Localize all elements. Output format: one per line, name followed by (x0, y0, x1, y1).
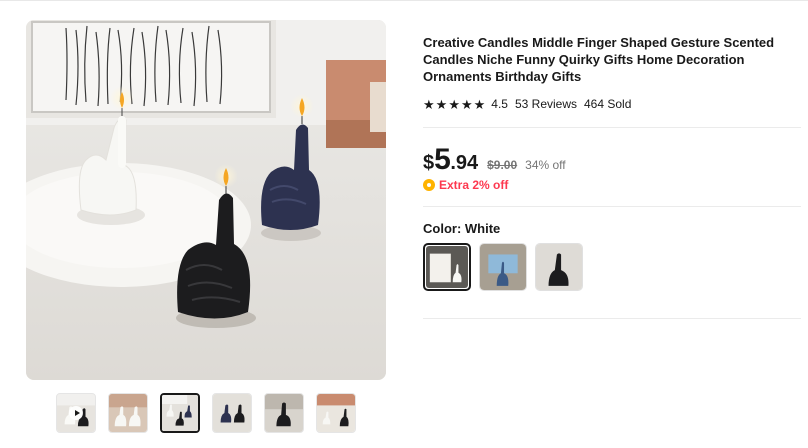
star-icon: ★ (448, 96, 460, 112)
star-icon: ★ (435, 96, 448, 112)
price-integer: 5 (434, 143, 451, 176)
swatch-blue[interactable] (479, 243, 527, 291)
star-icon: ★ (473, 96, 486, 112)
color-swatches (423, 243, 583, 291)
price-row: $ 5 .94 $9.00 34% off (423, 143, 566, 177)
thumbnail-black-hand[interactable] (264, 393, 304, 433)
color-label: Color: White (423, 221, 501, 236)
price-currency: $ (423, 152, 435, 174)
extra-discount: Extra 2% off (423, 178, 508, 192)
rating-row[interactable]: ★ ★ ★ ★ ★ 4.5 53 Reviews 464 Sold (423, 97, 631, 111)
divider (423, 318, 801, 319)
divider (423, 206, 801, 207)
swatch-black[interactable] (535, 243, 583, 291)
thumbnail-video[interactable] (56, 393, 96, 433)
rating-value: 4.5 (491, 97, 508, 111)
thumbnail-three-candles[interactable] (160, 393, 200, 433)
star-rating: ★ ★ ★ ★ ★ (423, 98, 485, 111)
thumbnail-lifestyle[interactable] (316, 393, 356, 433)
main-product-image[interactable] (26, 20, 386, 380)
star-icon: ★ (460, 96, 473, 112)
price-decimal: .94 (450, 152, 479, 174)
play-icon (69, 406, 83, 420)
product-title: Creative Candles Middle Finger Shaped Ge… (423, 35, 775, 84)
coin-icon (423, 179, 435, 191)
discount-percent: 34% off (525, 158, 566, 172)
thumbnail-blue-black[interactable] (212, 393, 252, 433)
divider (423, 127, 801, 128)
swatch-white[interactable] (423, 243, 471, 291)
thumbnail-white-hands[interactable] (108, 393, 148, 433)
sold-count: 464 Sold (584, 97, 632, 111)
extra-discount-label: Extra 2% off (439, 178, 509, 192)
reviews-link[interactable]: 53 Reviews (515, 97, 577, 111)
thumbnail-strip (56, 393, 356, 433)
original-price: $9.00 (487, 158, 518, 172)
star-icon: ★ (423, 96, 435, 112)
top-divider (0, 0, 808, 1)
